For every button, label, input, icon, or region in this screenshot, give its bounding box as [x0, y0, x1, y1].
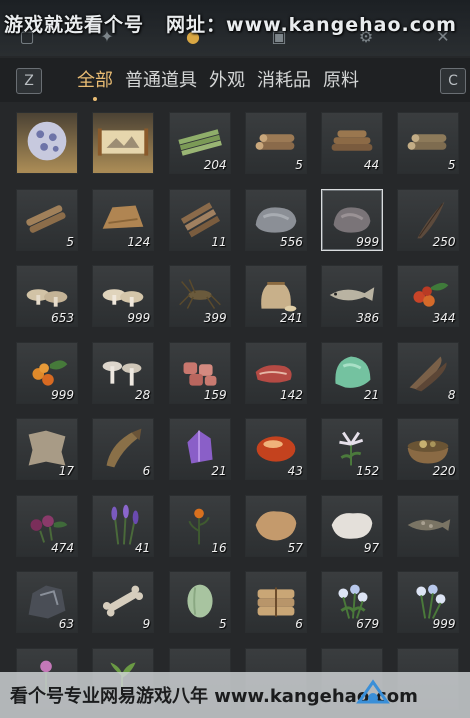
crystal-orb-icon [27, 121, 67, 161]
inventory-slot[interactable]: 124 [92, 188, 155, 251]
item-count: 43 [287, 464, 303, 478]
item-count: 679 [356, 617, 380, 631]
inventory-slot[interactable]: 679 [321, 571, 384, 633]
item-count: 999 [51, 387, 74, 402]
watermark-top-site: 网址：www.kangehao.com [166, 14, 457, 36]
inventory-slot[interactable]: 386 [321, 265, 384, 327]
item-count: 5 [218, 617, 227, 631]
inventory-slot[interactable] [92, 112, 155, 174]
tab-appearance[interactable]: 外观 [209, 66, 245, 92]
item-count: 250 [432, 234, 456, 249]
item-count: 159 [203, 387, 227, 402]
inventory-slot[interactable]: 21 [168, 418, 231, 480]
inventory-slot[interactable]: 250 [397, 188, 460, 251]
item-count: 386 [356, 311, 380, 325]
item-count: 44 [363, 158, 380, 172]
inventory-slot[interactable]: 5 [397, 112, 460, 174]
item-count: 344 [432, 311, 456, 325]
item-count: 63 [58, 617, 74, 631]
item-count: 97 [363, 540, 380, 555]
item-count: 999 [356, 234, 380, 249]
inventory-slot[interactable]: 9 [92, 571, 155, 633]
watermark-top-text: 游戏就选看个号 [4, 14, 145, 36]
inventory-slot[interactable]: 653 [16, 265, 78, 327]
tab-common-items[interactable]: 普通道具 [125, 66, 197, 92]
item-count: 28 [135, 387, 151, 402]
inventory-grid: 204 5 44 5 5 124 11 556 999 250 653 999 399 241 386 344… [16, 112, 460, 710]
inventory-slot[interactable]: 5 [168, 571, 231, 633]
inventory-slot[interactable]: 11 [168, 188, 231, 251]
item-count: 999 [432, 617, 456, 631]
inventory-slot[interactable]: 204 [168, 112, 231, 174]
item-count: 5 [447, 158, 456, 172]
item-count: 999 [127, 311, 151, 325]
inventory-slot[interactable]: 6 [244, 571, 307, 633]
next-tab-key[interactable]: C [440, 68, 466, 94]
inventory-slot[interactable]: 5 [16, 188, 78, 251]
item-count: 57 [287, 540, 303, 555]
top-nav-bar: ▢ ✦ ● ▣ ⚙ ✕ 游戏就选看个号 网址：www.kangehao.com [0, 0, 470, 56]
item-count: 399 [203, 311, 227, 325]
inventory-slot[interactable]: 63 [16, 571, 78, 633]
item-count: 17 [58, 464, 74, 478]
inventory-slot[interactable]: 8 [397, 341, 460, 404]
inventory-slot[interactable]: 21 [321, 341, 384, 404]
item-count: 9 [142, 617, 151, 631]
item-count: 5 [66, 234, 74, 249]
inventory-slot[interactable]: 474 [16, 494, 78, 557]
inventory-slot[interactable]: 28 [92, 341, 155, 404]
item-count: 241 [279, 311, 303, 325]
inventory-slot[interactable]: 344 [397, 265, 460, 327]
inventory-slot[interactable]: 44 [321, 112, 384, 174]
inventory-slot[interactable]: 16 [168, 494, 231, 557]
item-count: 5 [295, 158, 303, 172]
item-count: 653 [51, 311, 74, 325]
inventory-slot[interactable]: 57 [244, 494, 307, 557]
category-tabs: 全部 普通道具 外观 消耗品 原料 [77, 66, 359, 101]
tab-all[interactable]: 全部 [77, 66, 113, 101]
inventory-slot[interactable]: 241 [244, 265, 307, 327]
inventory-slot[interactable]: 152 [321, 418, 384, 480]
item-count: 16 [211, 540, 227, 555]
inventory-slot[interactable]: 999 [16, 341, 78, 404]
inventory-slot[interactable]: 142 [244, 341, 307, 404]
item-count: 21 [211, 464, 227, 478]
item-count: 21 [363, 387, 380, 402]
inventory-slot[interactable] [16, 112, 78, 174]
inventory-slot[interactable]: 5 [244, 112, 307, 174]
tab-consumables[interactable]: 消耗品 [257, 66, 311, 92]
item-count: 11 [211, 234, 227, 249]
tab-materials[interactable]: 原料 [323, 66, 359, 92]
inventory-slot[interactable]: 999 [92, 265, 155, 327]
speckled-fish-icon [408, 518, 451, 531]
item-count: 41 [135, 540, 151, 555]
prev-tab-key[interactable]: Z [16, 68, 42, 94]
inventory-slot[interactable]: 999 [397, 571, 460, 633]
watermark-logo-icon [356, 679, 390, 704]
item-count: 152 [356, 464, 380, 478]
item-count: 6 [142, 464, 151, 478]
inventory-slot[interactable]: 41 [92, 494, 155, 557]
item-count: 124 [127, 234, 151, 249]
inventory-slot[interactable]: 999 [321, 188, 384, 251]
inventory-slot[interactable]: 220 [397, 418, 460, 480]
item-count: 220 [432, 464, 456, 478]
item-count: 474 [51, 540, 74, 555]
inventory-slot[interactable]: 399 [168, 265, 231, 327]
item-count: 6 [295, 617, 303, 631]
inventory-slot[interactable]: 159 [168, 341, 231, 404]
item-count: 142 [279, 387, 303, 402]
item-count: 8 [447, 387, 456, 402]
inventory-slot[interactable] [397, 494, 460, 557]
inventory-slot[interactable]: 556 [244, 188, 307, 251]
scroll-painting-icon [98, 128, 149, 156]
inventory-slot[interactable]: 43 [244, 418, 307, 480]
inventory-slot[interactable]: 97 [321, 494, 384, 557]
watermark-top: 游戏就选看个号 网址：www.kangehao.com [4, 10, 457, 37]
inventory-slot[interactable]: 6 [92, 418, 155, 480]
item-count: 204 [203, 158, 227, 172]
item-count: 556 [279, 234, 303, 249]
inventory-slot[interactable]: 17 [16, 418, 78, 480]
